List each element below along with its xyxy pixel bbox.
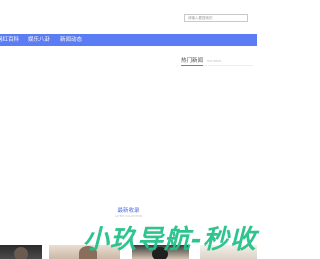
latest-title: 最新收录 — [117, 208, 140, 214]
main-nav: 网红百科 娱乐八卦 新闻动态 — [0, 34, 257, 46]
hot-news-title: 热门新闻 — [181, 58, 204, 64]
search-input[interactable]: 请输入要搜索的 — [184, 14, 248, 22]
thumbnail-image[interactable] — [0, 245, 42, 259]
thumbnail-figure — [14, 247, 28, 259]
nav-item-wiki[interactable]: 网红百科 — [0, 34, 19, 46]
site-watermark: 小玖导航-秒收 — [83, 225, 257, 255]
hot-news-underline — [181, 65, 203, 66]
hot-news-subtitle: HOT NEWS — [207, 60, 222, 63]
nav-item-gossip[interactable]: 娱乐八卦 — [28, 34, 50, 46]
nav-item-news[interactable]: 新闻动态 — [60, 34, 82, 46]
latest-subtitle: LATEST COLLECTION — [115, 215, 142, 218]
